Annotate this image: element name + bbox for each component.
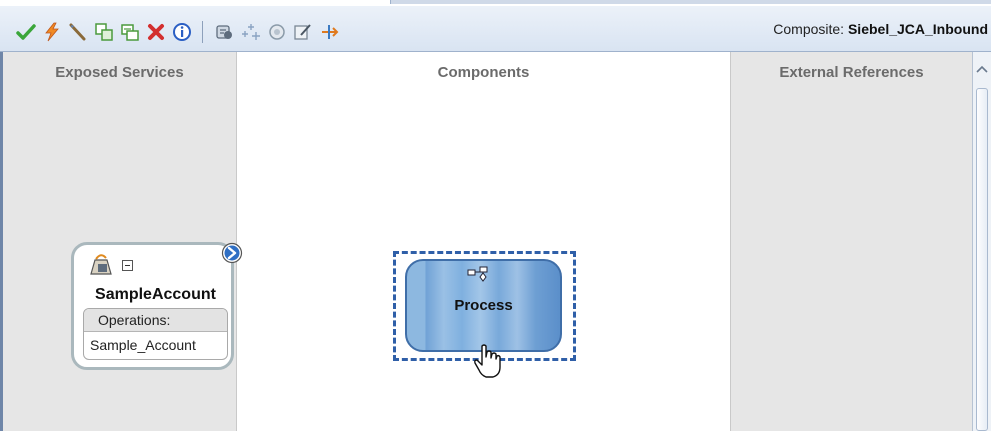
service-sampleaccount[interactable]: SampleAccount Operations: Sample_Account bbox=[71, 242, 243, 370]
external-references-panel[interactable]: External References bbox=[730, 52, 972, 431]
exposed-services-title: Exposed Services bbox=[55, 64, 184, 81]
paste-icon[interactable] bbox=[118, 20, 142, 44]
bpel-process-icon bbox=[467, 266, 489, 286]
info-icon[interactable] bbox=[170, 20, 194, 44]
composite-label: Composite: bbox=[773, 21, 845, 37]
toolbar-top-strip bbox=[0, 0, 991, 6]
service-icon[interactable] bbox=[265, 20, 289, 44]
hand-cursor-icon bbox=[473, 343, 503, 379]
service-wire-handle-icon[interactable] bbox=[221, 242, 243, 264]
toolbar: Composite: Siebel_JCA_Inbound bbox=[0, 0, 991, 52]
service-box[interactable]: SampleAccount Operations: Sample_Account bbox=[71, 242, 234, 370]
route-icon[interactable] bbox=[317, 20, 341, 44]
collapse-icon[interactable] bbox=[122, 260, 133, 271]
vertical-scrollbar[interactable] bbox=[972, 52, 991, 431]
composite-title: Composite: Siebel_JCA_Inbound bbox=[773, 21, 988, 37]
operation-item[interactable]: Sample_Account bbox=[84, 332, 227, 358]
service-name: SampleAccount bbox=[95, 286, 216, 303]
toolbar-separator bbox=[202, 21, 203, 43]
external-references-title: External References bbox=[779, 64, 924, 81]
copy-icon[interactable] bbox=[92, 20, 116, 44]
sparkle-icon[interactable] bbox=[239, 20, 263, 44]
composite-name: Siebel_JCA_Inbound bbox=[847, 21, 988, 37]
toolbar-icons bbox=[14, 20, 343, 44]
operations-list: Operations: Sample_Account bbox=[83, 308, 228, 360]
delete-icon[interactable] bbox=[144, 20, 168, 44]
process-label: Process bbox=[454, 297, 513, 314]
database-icon[interactable] bbox=[213, 20, 237, 44]
toolbar-tab-strip bbox=[390, 0, 991, 4]
scrollbar-thumb[interactable] bbox=[976, 88, 988, 431]
components-title: Components bbox=[437, 64, 530, 81]
scroll-up-arrow-icon[interactable] bbox=[973, 52, 991, 86]
validate-icon[interactable] bbox=[14, 20, 38, 44]
wire-icon[interactable] bbox=[66, 20, 90, 44]
edit-icon[interactable] bbox=[291, 20, 315, 44]
operations-header: Operations: bbox=[84, 309, 227, 332]
lightning-icon[interactable] bbox=[40, 20, 64, 44]
adapter-icon bbox=[88, 252, 114, 276]
